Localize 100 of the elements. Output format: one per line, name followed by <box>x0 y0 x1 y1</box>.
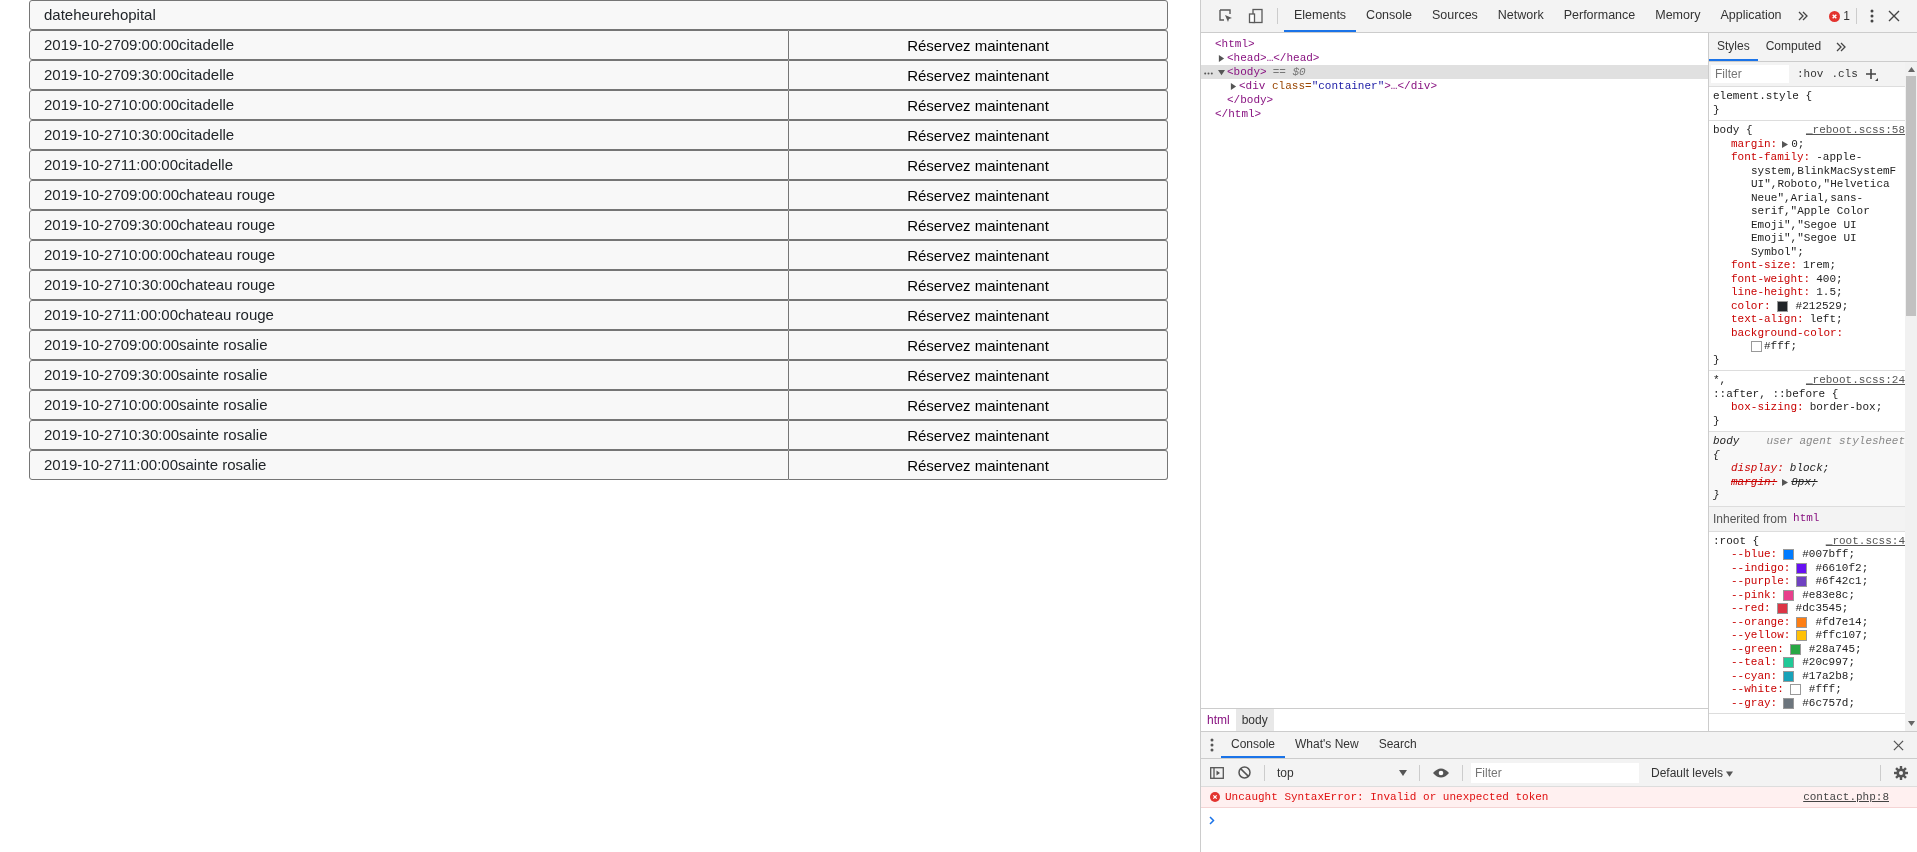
reserve-button[interactable]: Réservez maintenant <box>789 240 1168 270</box>
context-dropdown[interactable]: top <box>1271 765 1413 780</box>
dom-node[interactable]: <body> <box>1227 65 1267 79</box>
close-icon[interactable] <box>1888 10 1900 22</box>
more-tabs-icon[interactable] <box>1797 11 1808 21</box>
reserve-button[interactable]: Réservez maintenant <box>789 60 1168 90</box>
caret-icon[interactable] <box>1726 770 1734 777</box>
color-swatch[interactable] <box>1783 589 1795 601</box>
reserve-button[interactable]: Réservez maintenant <box>789 120 1168 150</box>
expand-triangle-icon[interactable] <box>1782 140 1789 148</box>
ellipsis-icon[interactable] <box>1204 72 1213 75</box>
reserve-button[interactable]: Réservez maintenant <box>789 90 1168 120</box>
breadcrumb[interactable]: html <box>1201 709 1236 731</box>
dom-node[interactable]: <html> <box>1215 37 1255 51</box>
color-swatch[interactable] <box>1796 576 1808 588</box>
eye-icon[interactable] <box>1433 767 1449 778</box>
table-cell: 2019-10-2709:00:00sainte rosalie <box>29 330 789 360</box>
reserve-button[interactable]: Réservez maintenant <box>789 450 1168 480</box>
panel-tab[interactable]: Console <box>1356 0 1422 32</box>
css-value: 1rem; <box>1803 259 1837 273</box>
color-swatch[interactable] <box>1783 697 1795 709</box>
error-icon <box>1210 792 1220 802</box>
color-swatch[interactable] <box>1783 549 1795 561</box>
color-swatch[interactable] <box>1789 684 1801 696</box>
kebab-menu-icon[interactable] <box>1210 738 1214 752</box>
reserve-button[interactable]: Réservez maintenant <box>789 210 1168 240</box>
css-property: margin: <box>1731 137 1778 151</box>
reserve-button[interactable]: Réservez maintenant <box>789 300 1168 330</box>
filter-field[interactable]: Filter <box>1711 65 1789 83</box>
source-link[interactable]: _root.scss:4 <box>1825 534 1905 548</box>
reserve-button[interactable]: Réservez maintenant <box>789 150 1168 180</box>
sidebar-toggle-icon[interactable] <box>1210 766 1224 779</box>
table-cell: 2019-10-2709:00:00citadelle <box>29 30 789 60</box>
reserve-button[interactable]: Réservez maintenant <box>789 330 1168 360</box>
reserve-button[interactable]: Réservez maintenant <box>789 390 1168 420</box>
panel-tab[interactable]: Application <box>1710 0 1792 32</box>
dom-node[interactable]: <div class="container">…</div> <box>1239 79 1438 93</box>
reserve-button[interactable]: Réservez maintenant <box>789 180 1168 210</box>
scroll-down-icon[interactable] <box>1907 721 1915 726</box>
sidebar-tab[interactable]: Computed <box>1757 33 1830 61</box>
filter-field[interactable]: Filter <box>1471 762 1639 783</box>
closing-tag[interactable]: </html> <box>1215 107 1262 121</box>
color-swatch[interactable] <box>1776 603 1788 615</box>
color-swatch[interactable] <box>1796 616 1808 628</box>
color-swatch[interactable] <box>1751 341 1762 353</box>
drawer-tab[interactable]: Search <box>1368 732 1427 758</box>
close-icon[interactable] <box>1893 739 1904 751</box>
css-value: #6c757d; <box>1802 696 1856 710</box>
prompt-chevron-icon[interactable] <box>1209 816 1215 825</box>
breadcrumb[interactable]: body <box>1235 709 1274 731</box>
error-count[interactable]: 1 <box>1843 9 1850 23</box>
inspect-icon[interactable] <box>1218 8 1234 24</box>
color-swatch[interactable] <box>1783 670 1795 682</box>
css-property: line-height: <box>1731 286 1811 300</box>
color-swatch[interactable] <box>1796 562 1808 574</box>
inherited-tag[interactable]: html <box>1793 511 1820 526</box>
panel-tab[interactable]: Performance <box>1553 0 1646 32</box>
panel-tab[interactable]: Network <box>1487 0 1554 32</box>
css-property: --indigo: <box>1731 561 1791 575</box>
color-swatch[interactable] <box>1796 630 1808 642</box>
clear-console-icon[interactable] <box>1238 766 1251 779</box>
more-tabs-icon[interactable] <box>1836 42 1847 52</box>
color-swatch[interactable] <box>1783 657 1795 669</box>
collapse-triangle-icon[interactable] <box>1218 68 1225 76</box>
color-swatch[interactable] <box>1789 643 1801 655</box>
hover-state-button[interactable]: :hov <box>1789 68 1824 80</box>
expand-triangle-icon[interactable] <box>1230 82 1237 90</box>
source-link[interactable]: _reboot.scss:24 <box>1805 374 1905 388</box>
device-icon[interactable] <box>1248 8 1264 24</box>
class-button[interactable]: .cls <box>1823 68 1858 80</box>
css-property: font-weight: <box>1731 272 1811 286</box>
css-value: 8px; <box>1791 475 1818 489</box>
scrollbar[interactable] <box>1905 62 1917 731</box>
scroll-up-icon[interactable] <box>1907 67 1915 72</box>
css-property: font-family: <box>1731 151 1811 165</box>
css-selector: body { <box>1713 124 1753 138</box>
caret-icon[interactable] <box>1399 769 1407 776</box>
panel-tab[interactable]: Sources <box>1422 0 1488 32</box>
plus-icon[interactable] <box>1864 67 1878 81</box>
css-selector: ::after, ::before { <box>1713 387 1840 401</box>
reserve-button[interactable]: Réservez maintenant <box>789 360 1168 390</box>
css-value: Symbol"; <box>1751 245 1804 259</box>
reserve-button[interactable]: Réservez maintenant <box>789 270 1168 300</box>
open-brace: { <box>1713 448 1721 462</box>
source-link[interactable]: _reboot.scss:58 <box>1805 124 1905 138</box>
panel-tab[interactable]: Memory <box>1645 0 1711 32</box>
reserve-button[interactable]: Réservez maintenant <box>789 30 1168 60</box>
levels-dropdown[interactable]: Default levels <box>1645 764 1740 781</box>
reserve-button[interactable]: Réservez maintenant <box>789 420 1168 450</box>
css-selector: :root { <box>1713 534 1760 548</box>
dom-node[interactable]: <head>…</head> <box>1227 51 1320 65</box>
expand-triangle-icon[interactable] <box>1218 54 1225 62</box>
expand-triangle-icon[interactable] <box>1782 478 1789 486</box>
closing-tag[interactable]: </body> <box>1227 93 1274 107</box>
color-swatch[interactable] <box>1776 300 1788 312</box>
kebab-menu-icon[interactable] <box>1870 9 1874 23</box>
panel-tab[interactable]: Elements <box>1284 0 1357 32</box>
drawer-tab[interactable]: What's New <box>1285 732 1369 758</box>
source-link[interactable]: contact.php:8 <box>1803 791 1889 803</box>
settings-icon[interactable] <box>1894 765 1908 780</box>
